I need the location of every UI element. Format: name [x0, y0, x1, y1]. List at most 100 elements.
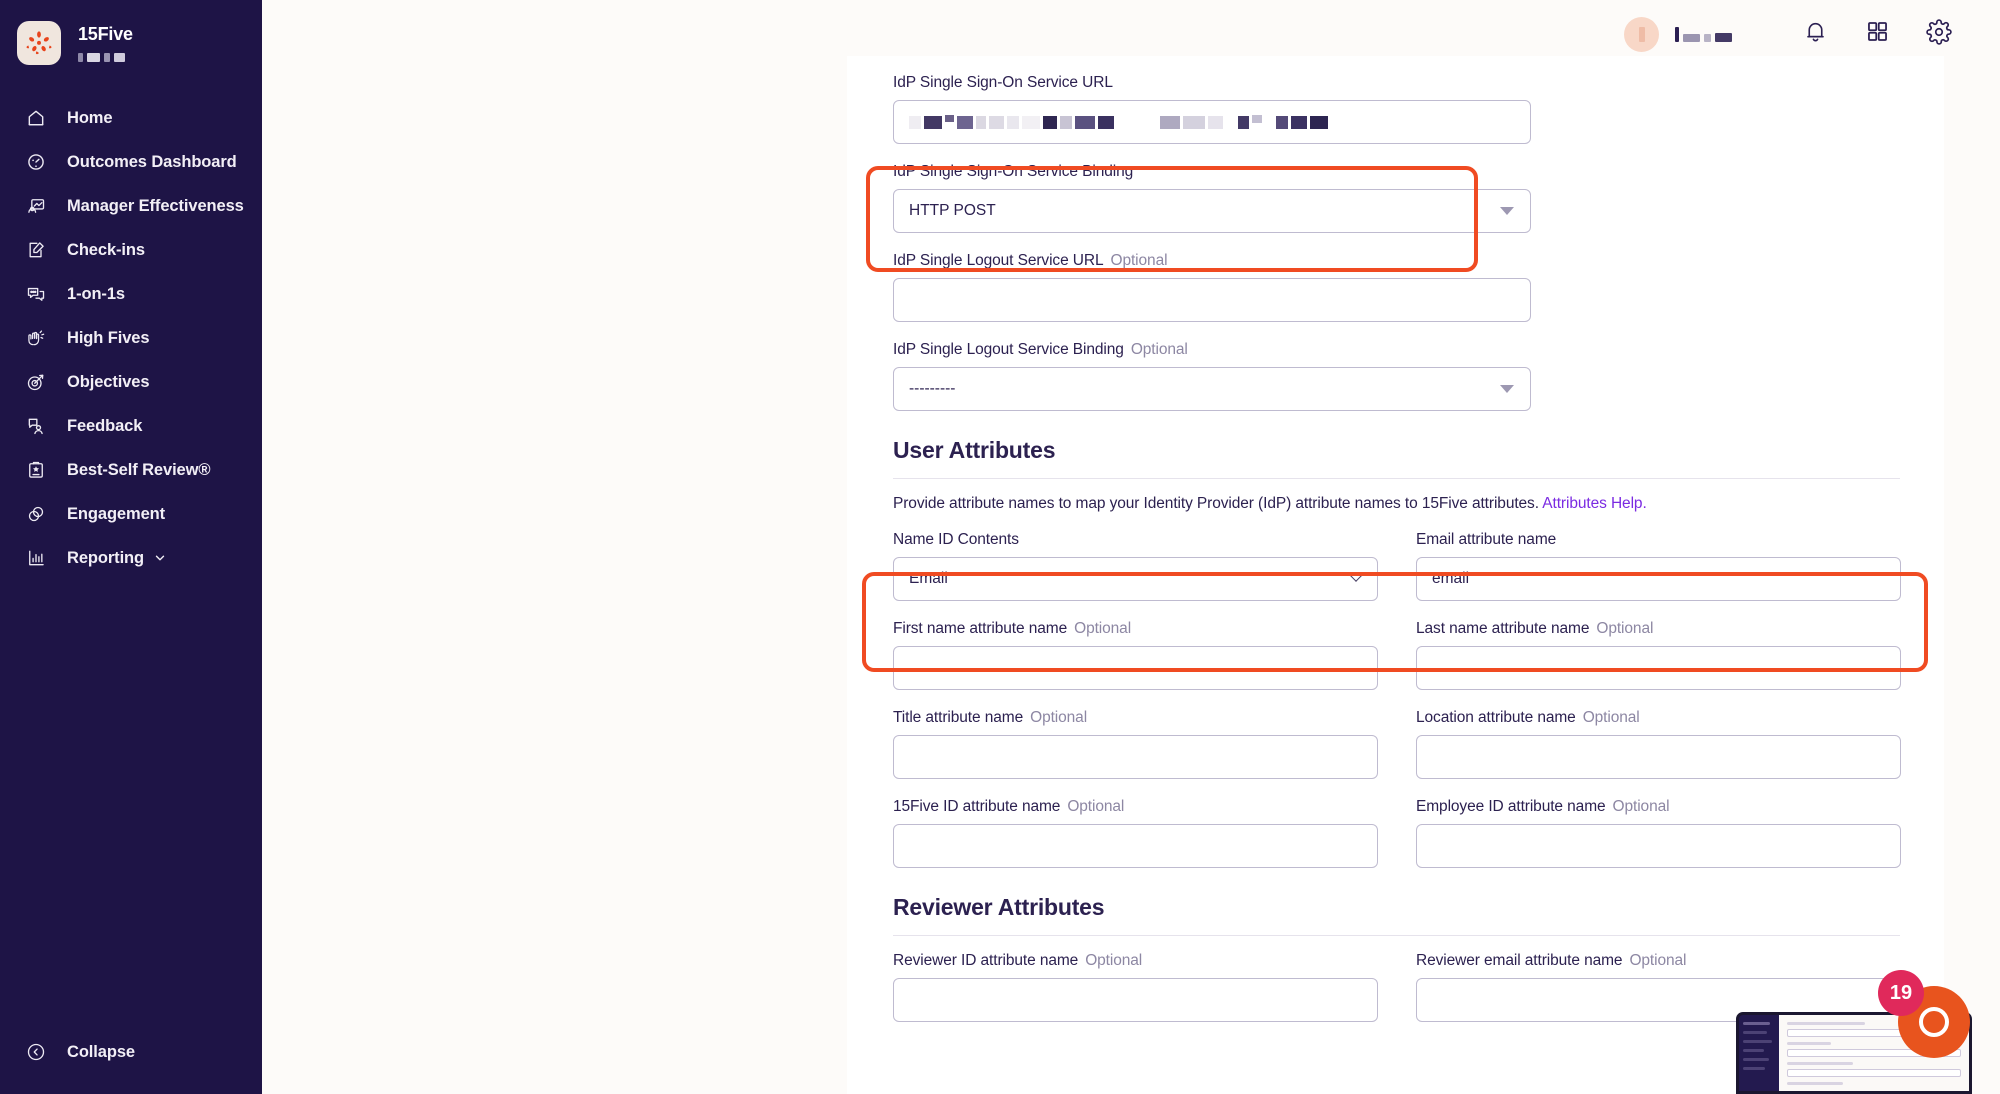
employee-id-attribute-input[interactable]	[1416, 824, 1901, 868]
sidebar-item-label: Engagement	[67, 504, 166, 523]
field-reviewer-id-attribute: Reviewer ID attribute name Optional	[893, 952, 1378, 1022]
location-attribute-input[interactable]	[1416, 735, 1901, 779]
brand-name: 15Five	[78, 24, 133, 44]
sidebar-item-1-on-1s[interactable]: 1-on-1s	[0, 272, 262, 316]
idp-slo-url-input[interactable]	[893, 278, 1531, 322]
field-label: Employee ID attribute name Optional	[1416, 798, 1670, 815]
reviewer-id-attribute-input[interactable]	[893, 978, 1378, 1022]
bell-icon	[1803, 19, 1828, 49]
award-clipboard-icon	[24, 458, 48, 482]
idp-slo-binding-select[interactable]: ---------	[893, 367, 1531, 411]
brand-text: 15Five	[78, 24, 133, 62]
name-id-contents-value: Email	[909, 570, 948, 587]
email-attribute-name-input[interactable]: email	[1416, 557, 1901, 601]
first-name-attribute-input[interactable]	[893, 646, 1378, 690]
apps-button[interactable]	[1854, 11, 1900, 57]
triangle-down-icon	[1500, 385, 1514, 393]
feedback-person-icon	[24, 414, 48, 438]
brand[interactable]: 15Five	[0, 0, 262, 70]
user-name-redacted[interactable]	[1675, 26, 1732, 42]
field-label: Email attribute name	[1416, 531, 1557, 548]
reviewer-email-attribute-input[interactable]	[1416, 978, 1901, 1022]
sidebar-collapse-button[interactable]: Collapse	[0, 1032, 135, 1072]
sidebar-item-label: High Fives	[67, 328, 150, 347]
field-last-name-attribute: Last name attribute name Optional	[1416, 620, 1901, 690]
sidebar: 15Five Home Outcomes Dashboard Manager E…	[0, 0, 262, 1094]
optional-tag: Optional	[1074, 620, 1132, 637]
name-id-contents-select[interactable]: Email	[893, 557, 1378, 601]
field-idp-sso-url: IdP Single Sign-On Service URL	[893, 74, 1900, 144]
attr-row-3: Title attribute name Optional Location a…	[893, 709, 1901, 779]
optional-tag: Optional	[1596, 620, 1654, 637]
sidebar-item-label: Manager Effectiveness	[67, 196, 244, 215]
field-reviewer-email-attribute: Reviewer email attribute name Optional	[1416, 952, 1901, 1022]
field-label: Reviewer email attribute name Optional	[1416, 952, 1687, 969]
idp-slo-binding-value: ---------	[909, 380, 956, 397]
notifications-button[interactable]	[1792, 11, 1838, 57]
sidebar-item-label: Objectives	[67, 372, 150, 391]
main-area: IdP Single Sign-On Service URL IdP Singl…	[262, 0, 2000, 1094]
sidebar-item-manager-effectiveness[interactable]: Manager Effectiveness	[0, 184, 262, 228]
manager-chart-icon	[24, 194, 48, 218]
attr-row-1: Name ID Contents Email Email attribute n…	[893, 531, 1901, 601]
field-title-attribute: Title attribute name Optional	[893, 709, 1378, 779]
reviewer-attr-row-1: Reviewer ID attribute name Optional Revi…	[893, 952, 1901, 1022]
optional-tag: Optional	[1582, 709, 1640, 726]
sidebar-item-outcomes-dashboard[interactable]: Outcomes Dashboard	[0, 140, 262, 184]
chevron-down-icon	[1348, 567, 1364, 582]
attr-row-2: First name attribute name Optional Last …	[893, 620, 1901, 690]
sidebar-item-reporting[interactable]: Reporting	[0, 536, 262, 580]
divider	[893, 478, 1900, 479]
sidebar-item-label: Outcomes Dashboard	[67, 152, 237, 171]
15five-id-attribute-input[interactable]	[893, 824, 1378, 868]
bar-chart-icon	[24, 546, 48, 570]
app-root: 15Five Home Outcomes Dashboard Manager E…	[0, 0, 2000, 1094]
brand-subtitle-redacted	[78, 53, 133, 62]
field-first-name-attribute: First name attribute name Optional	[893, 620, 1378, 690]
field-name-id-contents: Name ID Contents Email	[893, 531, 1378, 601]
field-email-attribute-name: Email attribute name email	[1416, 531, 1901, 601]
home-icon	[24, 106, 48, 130]
settings-button[interactable]	[1916, 11, 1962, 57]
field-label: Reviewer ID attribute name Optional	[893, 952, 1143, 969]
sidebar-item-check-ins[interactable]: Check-ins	[0, 228, 262, 272]
field-label: IdP Single Logout Service Binding Option…	[893, 341, 1188, 358]
sidebar-item-home[interactable]: Home	[0, 96, 262, 140]
sidebar-item-objectives[interactable]: Objectives	[0, 360, 262, 404]
sidebar-item-best-self-review[interactable]: Best-Self Review®	[0, 448, 262, 492]
chevron-down-icon[interactable]	[153, 551, 167, 565]
chevron-left-circle-icon	[24, 1040, 48, 1064]
sidebar-item-label: 1-on-1s	[67, 284, 125, 303]
15five-logo-icon	[17, 21, 61, 65]
sidebar-item-label: Feedback	[67, 416, 143, 435]
sidebar-item-label: Best-Self Review®	[67, 460, 211, 479]
last-name-attribute-input[interactable]	[1416, 646, 1901, 690]
hand-wave-icon	[24, 326, 48, 350]
chat-bubbles-icon	[24, 282, 48, 306]
grid-apps-icon	[1865, 19, 1890, 49]
gear-icon	[1926, 18, 1952, 50]
field-label: Location attribute name Optional	[1416, 709, 1640, 726]
field-employee-id-attribute: Employee ID attribute name Optional	[1416, 798, 1901, 868]
optional-tag: Optional	[1067, 798, 1125, 815]
optional-tag: Optional	[1110, 252, 1168, 269]
sidebar-item-label: Reporting	[67, 548, 145, 567]
sidebar-item-label: Home	[67, 108, 113, 127]
field-label: 15Five ID attribute name Optional	[893, 798, 1125, 815]
sidebar-item-feedback[interactable]: Feedback	[0, 404, 262, 448]
idp-sso-binding-select[interactable]: HTTP POST	[893, 189, 1531, 233]
field-idp-slo-url: IdP Single Logout Service URL Optional	[893, 252, 1900, 322]
sidebar-item-engagement[interactable]: Engagement	[0, 492, 262, 536]
avatar[interactable]	[1624, 16, 1659, 52]
saml-settings-card: IdP Single Sign-On Service URL IdP Singl…	[847, 56, 1944, 1094]
sidebar-item-high-fives[interactable]: High Fives	[0, 316, 262, 360]
optional-tag: Optional	[1130, 341, 1188, 358]
sidebar-nav: Home Outcomes Dashboard Manager Effectiv…	[0, 96, 262, 580]
field-label: First name attribute name Optional	[893, 620, 1132, 637]
field-label: Title attribute name Optional	[893, 709, 1088, 726]
title-attribute-input[interactable]	[893, 735, 1378, 779]
target-arrow-icon	[24, 370, 48, 394]
attributes-help-link[interactable]: Attributes Help.	[1542, 495, 1646, 512]
field-label: IdP Single Sign-On Service Binding	[893, 163, 1134, 180]
idp-sso-url-input[interactable]	[893, 100, 1531, 144]
